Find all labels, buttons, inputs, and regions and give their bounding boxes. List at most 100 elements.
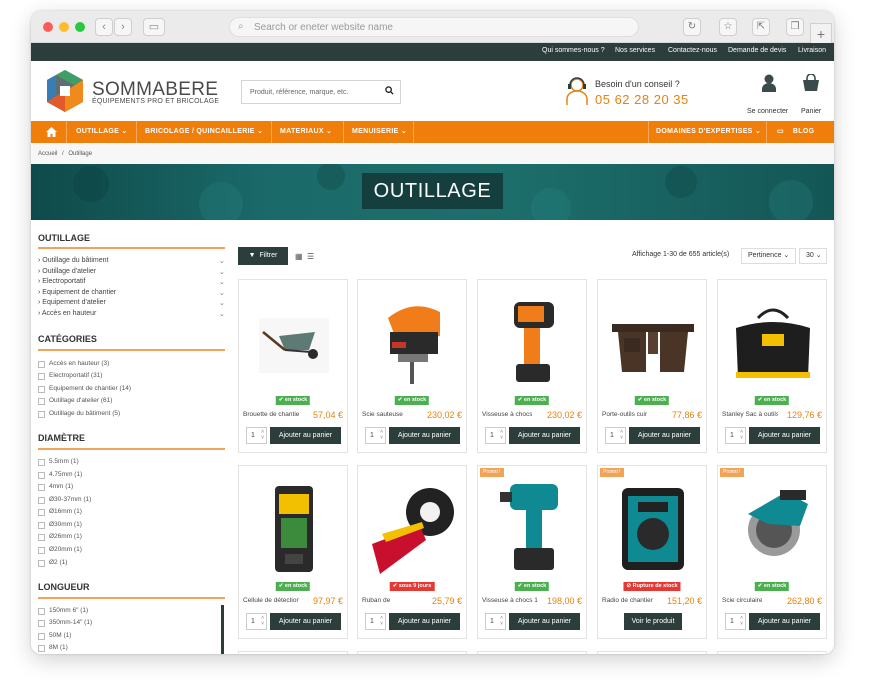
per-page-select[interactable]: 30 ⌄ bbox=[799, 248, 827, 264]
tabs-overview-icon[interactable]: ❐ bbox=[786, 18, 804, 36]
category-checkbox[interactable] bbox=[38, 411, 45, 418]
diameter-label[interactable]: 4.75mm (1) bbox=[49, 471, 82, 478]
cart-label[interactable]: Panier bbox=[801, 108, 821, 115]
length-checkbox[interactable] bbox=[38, 633, 45, 640]
address-bar[interactable]: ⌕ Search or eneter website name bbox=[229, 17, 639, 37]
add-to-cart-button[interactable]: Ajouter au panier bbox=[270, 613, 341, 630]
category-checkbox[interactable] bbox=[38, 386, 45, 393]
length-checkbox[interactable] bbox=[38, 645, 45, 652]
forward-icon[interactable]: › bbox=[114, 18, 132, 36]
diameter-label[interactable]: Ø2 (1) bbox=[49, 559, 67, 566]
search-icon[interactable] bbox=[385, 86, 394, 97]
user-icon[interactable] bbox=[762, 74, 776, 92]
search-field[interactable]: Produit, référence, marque, etc. bbox=[241, 80, 401, 104]
product-name[interactable]: Cellule de détection bbox=[243, 597, 299, 604]
diameter-checkbox[interactable] bbox=[38, 484, 45, 491]
stepper-arrows-icon[interactable]: ˄ ˅ bbox=[740, 429, 743, 441]
sidebar-link[interactable]: › Electroportatif bbox=[38, 278, 85, 285]
add-to-cart-button[interactable]: Ajouter au panier bbox=[749, 427, 820, 444]
quantity-stepper[interactable]: 1 ˄ ˅ bbox=[365, 427, 386, 444]
category-label[interactable]: Electroportatif (31) bbox=[49, 372, 102, 379]
product-name[interactable]: Visseuse à chocs bbox=[482, 411, 532, 418]
sidebar-link[interactable]: › Equipement d'atelier bbox=[38, 299, 106, 306]
back-icon[interactable]: ‹ bbox=[95, 18, 113, 36]
stepper-arrows-icon[interactable]: ˄ ˅ bbox=[261, 615, 264, 627]
add-to-cart-button[interactable]: Ajouter au panier bbox=[509, 427, 580, 444]
list-view-icon[interactable]: ☰ bbox=[307, 252, 314, 261]
product-card[interactable] bbox=[717, 651, 827, 654]
length-label[interactable]: 50M (1) bbox=[49, 632, 71, 639]
chevron-down-icon[interactable]: ⌄ bbox=[219, 299, 225, 307]
topbar-link-contact[interactable]: Contactez-nous bbox=[668, 47, 717, 54]
category-checkbox[interactable] bbox=[38, 361, 45, 368]
stepper-arrows-icon[interactable]: ˄ ˅ bbox=[500, 429, 503, 441]
new-tab-icon[interactable]: + bbox=[810, 23, 832, 45]
diameter-checkbox[interactable] bbox=[38, 459, 45, 466]
diameter-label[interactable]: Ø16mm (1) bbox=[49, 508, 82, 515]
product-card[interactable]: ✔ en stock Cellule de détection 97,97 € … bbox=[238, 465, 348, 639]
product-name[interactable]: Ruban de bbox=[362, 597, 390, 604]
product-name[interactable]: Scie sauteuse bbox=[362, 411, 403, 418]
add-to-cart-button[interactable]: Ajouter au panier bbox=[629, 427, 700, 444]
quantity-stepper[interactable]: 1 ˄ ˅ bbox=[725, 613, 746, 630]
breadcrumb-home[interactable]: Accueil bbox=[38, 151, 57, 157]
chevron-down-icon[interactable]: ⌄ bbox=[219, 268, 225, 276]
menu-item-materiaux[interactable]: MATERIAUX ⌄ bbox=[280, 121, 332, 143]
product-name[interactable]: Stanley Sac à outils bbox=[722, 411, 778, 418]
category-label[interactable]: Equipement de chantier (14) bbox=[49, 385, 131, 392]
diameter-label[interactable]: Ø26mm (1) bbox=[49, 533, 82, 540]
grid-view-icon[interactable]: ▦ bbox=[295, 252, 303, 261]
menu-item-bricolage[interactable]: BRICOLAGE / QUINCAILLERIE ⌄ bbox=[145, 121, 263, 143]
stepper-arrows-icon[interactable]: ˄ ˅ bbox=[380, 429, 383, 441]
product-card[interactable]: ✔ sous 9 jours Ruban de 25,79 € 1 ˄ ˅ Ajou… bbox=[357, 465, 467, 639]
bookmark-star-icon[interactable]: ☆ bbox=[719, 18, 737, 36]
add-to-cart-button[interactable]: Ajouter au panier bbox=[389, 613, 460, 630]
diameter-checkbox[interactable] bbox=[38, 560, 45, 567]
home-icon[interactable] bbox=[46, 127, 57, 137]
product-card[interactable]: Promo ! ✔ en stock Scie circulaire 262,8… bbox=[717, 465, 827, 639]
chevron-down-icon[interactable]: ⌄ bbox=[219, 289, 225, 297]
diameter-label[interactable]: 4mm (1) bbox=[49, 483, 73, 490]
quantity-stepper[interactable]: 1 ˄ ˅ bbox=[246, 427, 267, 444]
quantity-stepper[interactable]: 1 ˄ ˅ bbox=[365, 613, 386, 630]
menu-item-blog[interactable]: ▭ BLOG bbox=[777, 121, 814, 143]
topbar-link-about[interactable]: Qui sommes-nous ? bbox=[542, 47, 605, 54]
stepper-arrows-icon[interactable]: ˄ ˅ bbox=[500, 615, 503, 627]
chevron-down-icon[interactable]: ⌄ bbox=[219, 278, 225, 286]
product-name[interactable]: Visseuse à chocs 18 bbox=[482, 597, 538, 604]
stepper-arrows-icon[interactable]: ˄ ˅ bbox=[380, 615, 383, 627]
add-to-cart-button[interactable]: Ajouter au panier bbox=[509, 613, 580, 630]
diameter-checkbox[interactable] bbox=[38, 497, 45, 504]
length-checkbox[interactable] bbox=[38, 608, 45, 615]
menu-item-outillage[interactable]: OUTILLAGE ⌄ bbox=[76, 121, 128, 143]
close-window-button[interactable] bbox=[43, 22, 53, 32]
menu-item-menuiserie[interactable]: MENUISERIE ⌄ bbox=[352, 121, 407, 143]
product-card[interactable] bbox=[477, 651, 587, 654]
topbar-link-quote[interactable]: Demande de devis bbox=[728, 47, 786, 54]
maximize-window-button[interactable] bbox=[75, 22, 85, 32]
quantity-stepper[interactable]: 1 ˄ ˅ bbox=[485, 613, 506, 630]
menu-item-expertises[interactable]: DOMAINES D'EXPERTISES ⌄ bbox=[656, 121, 761, 143]
add-to-cart-button[interactable]: Ajouter au panier bbox=[389, 427, 460, 444]
product-card[interactable]: Promo ! ✔ en stock Visseuse à chocs 18 1… bbox=[477, 465, 587, 639]
advice-phone[interactable]: 05 62 28 20 35 bbox=[595, 92, 689, 107]
sidebar-toggle-icon[interactable]: ▭ bbox=[143, 18, 165, 36]
length-label[interactable]: 150mm 6" (1) bbox=[49, 607, 88, 614]
sidebar-link[interactable]: › Equipement de chantier bbox=[38, 289, 116, 296]
filter-scrollbar[interactable] bbox=[221, 605, 224, 654]
stepper-arrows-icon[interactable]: ˄ ˅ bbox=[740, 615, 743, 627]
add-to-cart-button[interactable]: Ajouter au panier bbox=[270, 427, 341, 444]
product-name[interactable]: Porte-outils cuir bbox=[602, 411, 647, 418]
quantity-stepper[interactable]: 1 ˄ ˅ bbox=[485, 427, 506, 444]
product-card[interactable]: ✔ en stock Visseuse à chocs 230,02 € 1 ˄ ˅… bbox=[477, 279, 587, 453]
quantity-stepper[interactable]: 1 ˄ ˅ bbox=[605, 427, 626, 444]
sidebar-link[interactable]: › Outillage du bâtiment bbox=[38, 257, 108, 264]
product-card[interactable]: ✔ en stock Scie sauteuse 230,02 € 1 ˄ ˅ Aj… bbox=[357, 279, 467, 453]
length-checkbox[interactable] bbox=[38, 620, 45, 627]
product-card[interactable] bbox=[238, 651, 348, 654]
diameter-label[interactable]: 5.5mm (1) bbox=[49, 458, 79, 465]
diameter-checkbox[interactable] bbox=[38, 472, 45, 479]
chevron-down-icon[interactable]: ⌄ bbox=[219, 257, 225, 265]
category-checkbox[interactable] bbox=[38, 373, 45, 380]
diameter-checkbox[interactable] bbox=[38, 547, 45, 554]
